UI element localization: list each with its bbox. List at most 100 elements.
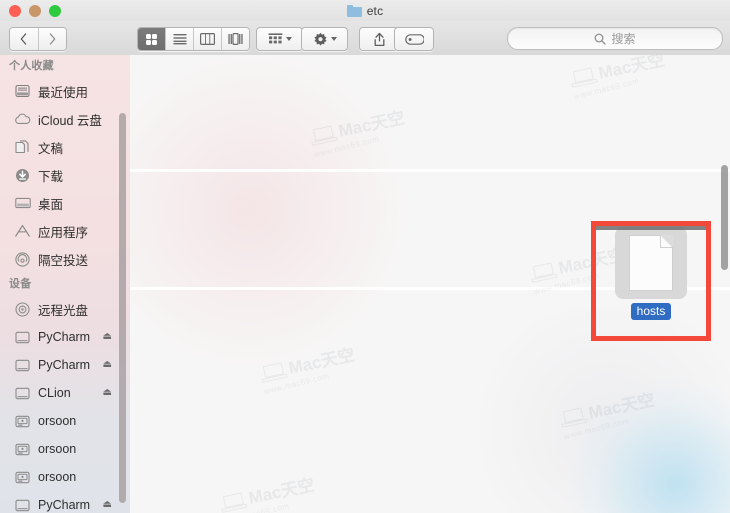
columns-icon (200, 33, 215, 45)
eject-icon[interactable]: ⏏ (103, 388, 112, 398)
gear-icon (313, 32, 327, 46)
sidebar-item-drive-clion[interactable]: CLion ⏏ (0, 379, 130, 407)
folder-icon (346, 4, 362, 17)
sidebar-item-label: 文稿 (38, 141, 64, 156)
sidebar-item-airdrop[interactable]: 隔空投送 (0, 245, 130, 273)
sidebar: 个人收藏 最近使用 iCloud 云盘 文稿 下载 桌面 应用程序 隔空投送 设… (0, 55, 130, 513)
watermark-url: www.mac69.com (223, 494, 318, 513)
grid-icon (146, 33, 157, 45)
desktop-icon (14, 196, 31, 211)
window-title-text: etc (366, 3, 384, 18)
sidebar-item-drive-orsoon-1[interactable]: orsoon (0, 407, 130, 435)
sidebar-item-drive-pycharm-2[interactable]: PyCharm ⏏ (0, 351, 130, 379)
watermark-text: Mac天空 (596, 55, 667, 83)
chevron-left-icon (20, 33, 27, 45)
column-view-button[interactable] (194, 28, 222, 50)
sidebar-item-label: 最近使用 (38, 85, 89, 100)
recents-icon (14, 84, 31, 99)
gallery-view-button[interactable] (222, 28, 249, 50)
sidebar-item-label: orsoon (38, 414, 77, 428)
watermark-url: www.mac69.com (263, 371, 331, 397)
sidebar-item-remote-disc[interactable]: 远程光盘 (0, 295, 130, 323)
drive-icon (14, 330, 31, 345)
content-scrollbar[interactable] (721, 165, 728, 270)
chevron-down-icon (285, 37, 292, 41)
view-mode-buttons (137, 27, 250, 51)
tags-button[interactable] (394, 27, 434, 51)
watermark-url: www.mac69.com (563, 416, 631, 442)
watermark-text: Mac天空 (286, 345, 357, 378)
watermark-url: www.mac69.com (573, 76, 641, 102)
sidebar-item-drive-pycharm-3[interactable]: PyCharm ⏏ (0, 491, 130, 513)
background-tint-blue (570, 380, 730, 513)
laptop-icon (559, 406, 588, 429)
sidebar-item-icloud-drive[interactable]: iCloud 云盘 (0, 105, 130, 133)
watermark: Mac天空 www.mac69.com (557, 385, 658, 442)
file-grid-area[interactable]: Mac天空 www.mac69.com Mac天空 www.mac69.com … (130, 55, 730, 513)
eject-icon[interactable]: ⏏ (103, 332, 112, 342)
document-icon (615, 227, 687, 299)
laptop-icon (309, 124, 338, 147)
sidebar-item-label: CLion (38, 386, 71, 400)
sidebar-item-documents[interactable]: 文稿 (0, 133, 130, 161)
watermark: Mac天空 www.mac69.com (257, 340, 358, 397)
search-input[interactable]: 搜索 (507, 27, 723, 50)
action-button[interactable] (301, 27, 348, 51)
sidebar-item-label: 下载 (38, 169, 64, 184)
external-drive-icon (14, 442, 31, 457)
cloud-icon (14, 112, 31, 127)
sidebar-scrollbar[interactable] (119, 113, 126, 503)
sidebar-item-desktop[interactable]: 桌面 (0, 189, 130, 217)
chevron-down-icon (330, 37, 337, 41)
watermark-text: Mac天空 (586, 390, 657, 423)
window-title: etc (0, 0, 730, 21)
forward-button[interactable] (38, 28, 66, 50)
eject-icon[interactable]: ⏏ (103, 360, 112, 370)
eject-icon[interactable]: ⏏ (103, 500, 112, 510)
sidebar-item-drive-orsoon-2[interactable]: orsoon (0, 435, 130, 463)
laptop-icon (529, 261, 558, 284)
row-separator (130, 169, 730, 172)
laptop-icon (569, 66, 598, 89)
grid-small-icon (268, 33, 282, 44)
disc-icon (14, 301, 31, 317)
list-icon (173, 34, 186, 45)
back-button[interactable] (10, 28, 39, 50)
sidebar-item-label: 桌面 (38, 197, 64, 212)
sidebar-item-label: iCloud 云盘 (38, 113, 102, 128)
arrange-button[interactable] (256, 27, 303, 51)
share-button[interactable] (359, 27, 399, 51)
icon-view-button[interactable] (138, 28, 166, 50)
sidebar-item-applications[interactable]: 应用程序 (0, 217, 130, 245)
sidebar-item-label: PyCharm (38, 358, 91, 372)
laptop-icon (259, 361, 288, 384)
sidebar-item-downloads[interactable]: 下载 (0, 161, 130, 189)
sidebar-item-label: 隔空投送 (38, 253, 89, 268)
sidebar-item-label: 远程光盘 (38, 303, 89, 318)
airdrop-icon (14, 251, 31, 267)
title-bar: etc (0, 0, 730, 21)
navigation-buttons (9, 27, 67, 51)
background-tint-gray (460, 305, 730, 513)
drive-icon (14, 498, 31, 513)
watermark: Mac天空 www.mac69.com (567, 55, 668, 102)
external-drive-icon (14, 414, 31, 429)
background-tint-pink (130, 55, 410, 375)
applications-icon (14, 224, 31, 239)
gallery-icon (228, 33, 243, 45)
sidebar-item-label: orsoon (38, 442, 77, 456)
search-icon (595, 33, 607, 45)
documents-icon (14, 139, 31, 155)
sidebar-item-drive-pycharm-1[interactable]: PyCharm ⏏ (0, 323, 130, 351)
file-item-hosts[interactable]: hosts (603, 227, 699, 320)
sidebar-item-recents[interactable]: 最近使用 (0, 77, 130, 105)
watermark: Mac天空 www.mac69.com (307, 103, 408, 159)
chevron-right-icon (49, 33, 56, 45)
sidebar-item-label: orsoon (38, 470, 77, 484)
sidebar-item-label: PyCharm (38, 330, 91, 344)
drive-icon (14, 358, 31, 373)
sidebar-item-drive-orsoon-3[interactable]: orsoon (0, 463, 130, 491)
file-name-label: hosts (630, 303, 672, 320)
external-drive-icon (14, 470, 31, 485)
list-view-button[interactable] (166, 28, 194, 50)
